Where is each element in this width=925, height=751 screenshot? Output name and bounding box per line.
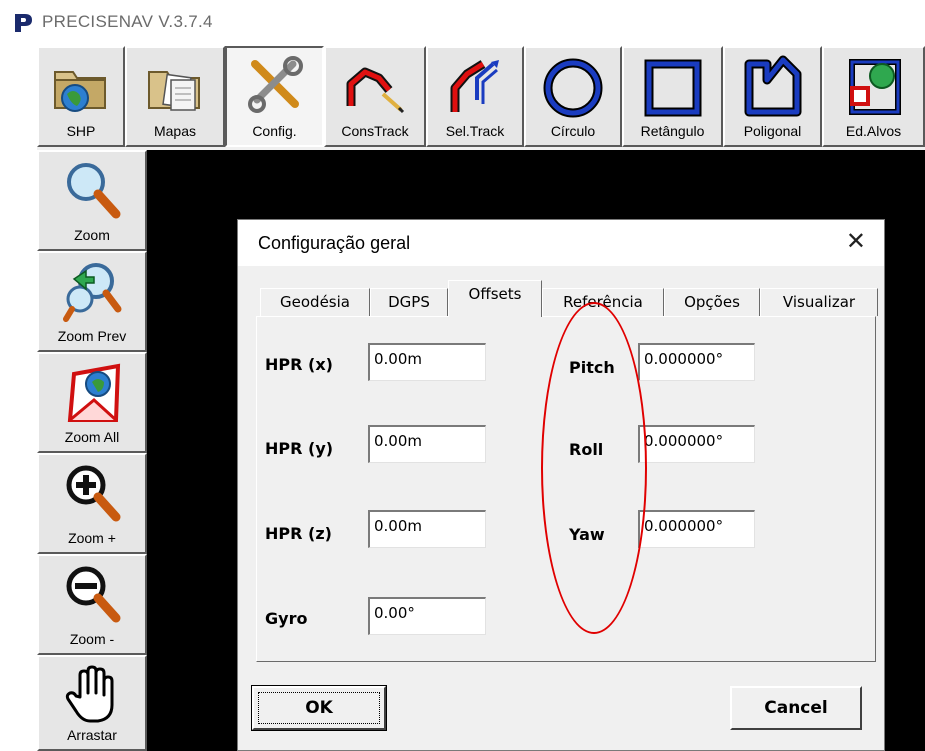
dialog-tabs: Geodésia DGPS Offsets Referência Opções … <box>260 278 880 318</box>
folder-documents-icon <box>148 71 200 111</box>
polygon-icon <box>744 55 801 117</box>
magnifier-icon <box>67 163 121 219</box>
pitch-field[interactable]: 0.000000° <box>638 343 755 381</box>
yaw-label: Yaw <box>569 525 605 544</box>
wrench-screwdriver-icon <box>247 56 303 113</box>
offsets-panel: HPR (x) 0.00m HPR (y) 0.00m HPR (z) 0.00… <box>256 316 876 662</box>
zoom-out-button[interactable]: Zoom - <box>37 554 147 655</box>
roll-field[interactable]: 0.000000° <box>638 425 755 463</box>
constrack-label: ConsTrack <box>341 123 409 139</box>
arrastar-button[interactable]: Arrastar <box>37 655 147 751</box>
config-dialog: Configuração geral ✕ Geodésia DGPS Offse… <box>237 219 885 751</box>
tab-dgps[interactable]: DGPS <box>370 288 448 316</box>
shp-label: SHP <box>66 123 96 139</box>
hand-pan-icon <box>65 665 114 723</box>
circulo-button[interactable]: Círculo <box>524 46 622 147</box>
zoom-out-icon <box>66 566 121 623</box>
edit-targets-icon <box>848 59 901 115</box>
zoom-all-icon <box>67 363 121 422</box>
tab-geodesia[interactable]: Geodésia <box>260 288 370 316</box>
select-track-icon <box>450 60 499 112</box>
app-title: PRECISENAV V.3.7.4 <box>42 12 213 31</box>
hpr-y-field[interactable]: 0.00m <box>368 425 486 463</box>
mapas-label: Mapas <box>153 123 197 139</box>
zoom-label: Zoom <box>74 227 110 243</box>
tab-opcoes[interactable]: Opções <box>664 288 760 316</box>
zoom-all-button[interactable]: Zoom All <box>37 352 147 453</box>
constrack-button[interactable]: ConsTrack <box>324 46 426 147</box>
shp-button[interactable]: SHP <box>37 46 125 147</box>
gyro-field[interactable]: 0.00° <box>368 597 486 635</box>
pitch-label: Pitch <box>569 358 615 377</box>
construct-track-icon <box>346 67 405 114</box>
mapas-button[interactable]: Mapas <box>125 46 225 147</box>
tab-offsets[interactable]: Offsets <box>448 280 542 317</box>
zoom-out-label: Zoom - <box>69 631 115 647</box>
zoom-in-icon <box>66 465 121 522</box>
tab-visualizar[interactable]: Visualizar <box>760 288 878 316</box>
config-button[interactable]: Config. <box>225 46 324 147</box>
zoom-all-label: Zoom All <box>64 429 120 445</box>
circle-icon <box>543 58 603 118</box>
seltrack-button[interactable]: Sel.Track <box>426 46 524 147</box>
main-toolbar: SHP Mapas Config. ConsTrack Sel.Track Cí… <box>37 46 925 150</box>
folder-globe-icon <box>54 71 106 112</box>
zoom-button[interactable]: Zoom <box>37 150 147 251</box>
zoom-prev-label: Zoom Prev <box>57 328 127 344</box>
dialog-title: Configuração geral <box>258 233 411 253</box>
roll-label: Roll <box>569 440 604 459</box>
hpr-y-label: HPR (y) <box>265 439 334 458</box>
cancel-button[interactable]: Cancel <box>730 686 862 730</box>
ok-button[interactable]: OK <box>251 685 387 731</box>
retangulo-label: Retângulo <box>640 123 705 139</box>
hpr-z-field[interactable]: 0.00m <box>368 510 486 548</box>
hpr-z-label: HPR (z) <box>265 524 332 543</box>
zoom-prev-button[interactable]: Zoom Prev <box>37 251 147 352</box>
hpr-x-field[interactable]: 0.00m <box>368 343 486 381</box>
rectangle-icon <box>644 59 701 117</box>
zoom-sidebar: Zoom Zoom Prev Zoom All Zoom + Zoom - Ar… <box>37 150 147 751</box>
zoom-previous-icon <box>63 263 122 322</box>
zoom-in-label: Zoom + <box>68 530 116 546</box>
hpr-x-label: HPR (x) <box>265 355 333 374</box>
arrastar-label: Arrastar <box>67 727 117 743</box>
zoom-in-button[interactable]: Zoom + <box>37 453 147 554</box>
edalvos-button[interactable]: Ed.Alvos <box>822 46 925 147</box>
config-label: Config. <box>252 123 297 139</box>
dialog-titlebar: Configuração geral ✕ <box>238 220 884 266</box>
retangulo-button[interactable]: Retângulo <box>622 46 723 147</box>
seltrack-label: Sel.Track <box>445 123 505 139</box>
circulo-label: Círculo <box>550 123 596 139</box>
gyro-label: Gyro <box>265 609 308 628</box>
app-logo-icon <box>15 14 32 32</box>
yaw-field[interactable]: 0.000000° <box>638 510 755 548</box>
window-titlebar: PRECISENAV V.3.7.4 <box>0 0 925 44</box>
poligonal-label: Poligonal <box>743 123 802 139</box>
edalvos-label: Ed.Alvos <box>845 123 902 139</box>
close-icon[interactable]: ✕ <box>846 229 866 255</box>
poligonal-button[interactable]: Poligonal <box>723 46 822 147</box>
ok-label: OK <box>305 698 333 718</box>
tab-referencia[interactable]: Referência <box>542 288 664 316</box>
